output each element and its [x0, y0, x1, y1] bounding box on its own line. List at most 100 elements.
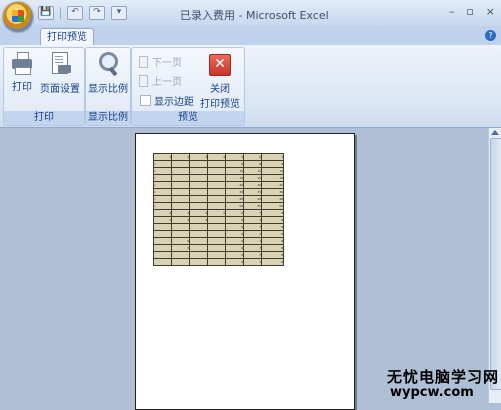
table-cell — [189, 195, 208, 203]
table-cell — [189, 258, 208, 266]
table-cell — [153, 223, 172, 231]
table-row: 1234567 — [153, 153, 284, 161]
table-cell: 8 — [261, 223, 284, 231]
previous-page-button[interactable]: 上一页 — [138, 73, 182, 88]
zoom-button[interactable]: 显示比例 — [87, 52, 129, 95]
table-cell: 4 — [189, 209, 208, 217]
undo-icon[interactable]: ↶ — [67, 6, 83, 20]
restore-button[interactable]: ▫ — [466, 5, 473, 18]
table-cell: 55 — [243, 202, 262, 210]
table-cell — [207, 181, 226, 189]
table-cell: 1 — [153, 167, 172, 175]
table-cell — [189, 223, 208, 231]
table-cell: 5 — [225, 153, 244, 161]
table-cell — [171, 181, 190, 189]
next-page-label: 下一页 — [152, 58, 182, 69]
help-icon[interactable]: ? — [485, 30, 496, 41]
table-cell: 8 — [261, 237, 284, 245]
table-cell: 8 — [243, 160, 262, 168]
next-page-button[interactable]: 下一页 — [138, 54, 182, 69]
group-zoom-label: 显示比例 — [86, 111, 130, 125]
table-cell — [207, 244, 226, 252]
group-print-label: 打印 — [4, 111, 84, 125]
table-cell: 5 — [171, 244, 190, 252]
table-cell — [189, 202, 208, 210]
group-print: 打印 页面设置 打印 — [3, 47, 85, 126]
minimize-button[interactable]: – — [449, 5, 455, 18]
table-cell — [171, 223, 190, 231]
table-cell: 1 — [153, 202, 172, 210]
table-cell — [171, 230, 190, 238]
table-cell: 8 — [261, 244, 284, 252]
tab-print-preview[interactable]: 打印预览 — [40, 28, 94, 46]
table-cell: 7 — [243, 251, 262, 259]
table-row: 2345678 — [153, 209, 284, 217]
table-cell — [207, 174, 226, 182]
customize-qat-icon[interactable]: ▾ — [111, 6, 127, 20]
redo-icon[interactable]: ↷ — [89, 6, 105, 20]
page-setup-label: 页面设置 — [40, 84, 80, 95]
close-preview-label-1: 关闭 — [210, 84, 230, 95]
preview-page[interactable]: 1 2 3 4 5 6 7 1 6 8 9 1 10 12 14 1 12 15 18 1 20 22 24 1 30 33 36 1… — [135, 133, 355, 410]
scroll-thumb[interactable] — [490, 138, 501, 390]
watermark-text: 无忧电脑学习网 — [387, 368, 500, 386]
table-cell: 6 — [225, 209, 244, 217]
office-button[interactable] — [3, 2, 33, 32]
table-cell: 50 — [225, 202, 244, 210]
close-button[interactable]: × — [486, 5, 495, 18]
table-cell: 7 — [243, 209, 262, 217]
close-preview-label-2: 打印预览 — [200, 99, 240, 110]
table-cell — [189, 230, 208, 238]
table-cell — [207, 258, 226, 266]
table-row: 678 — [153, 230, 284, 238]
table-row: 1689 — [153, 160, 284, 168]
table-cell — [207, 251, 226, 259]
table-cell — [171, 167, 190, 175]
title-bar: 💾 ↶ ↷ ▾ 已录入费用 - Microsoft Excel – ▫ × — [0, 0, 501, 32]
table-row: 5 678 — [153, 244, 284, 252]
zoom-button-label: 显示比例 — [88, 84, 128, 95]
table-cell — [189, 167, 208, 175]
table-cell: 22 — [243, 181, 262, 189]
table-cell — [153, 258, 172, 266]
scroll-up-icon[interactable] — [491, 130, 499, 135]
table-cell: 3 — [153, 216, 172, 224]
table-cell — [189, 244, 208, 252]
show-margins-label: 显示边距 — [154, 97, 194, 108]
table-cell: 5 — [189, 216, 208, 224]
table-cell: 15 — [243, 174, 262, 182]
table-cell — [171, 195, 190, 203]
table-cell: 44 — [243, 195, 262, 203]
ribbon-tab-row: 打印预览 ? — [0, 26, 501, 46]
qat-separator — [60, 7, 61, 19]
table-cell: 4 — [171, 216, 190, 224]
table-cell: 8 — [261, 216, 284, 224]
table-cell: 5 — [207, 209, 226, 217]
window-title: 已录入费用 - Microsoft Excel — [180, 9, 329, 22]
table-cell: 18 — [261, 174, 284, 182]
previous-page-icon — [138, 75, 149, 87]
table-cell: 4 — [171, 237, 190, 245]
table-cell — [189, 237, 208, 245]
table-cell — [207, 202, 226, 210]
save-icon[interactable]: 💾 — [38, 6, 54, 20]
table-cell — [189, 174, 208, 182]
table-cell — [153, 251, 172, 259]
table-cell: 8 — [261, 209, 284, 217]
table-cell — [171, 160, 190, 168]
print-button[interactable]: 打印 — [8, 52, 36, 93]
table-cell: 8 — [261, 230, 284, 238]
checkbox-box[interactable] — [140, 95, 151, 106]
vertical-scrollbar[interactable] — [488, 128, 501, 403]
table-cell — [171, 202, 190, 210]
table-cell: 7 — [243, 244, 262, 252]
table-cell: 14 — [261, 167, 284, 175]
table-cell — [207, 195, 226, 203]
close-print-preview-button[interactable]: ✕ 关闭 打印预览 — [198, 54, 242, 110]
table-cell: 7 — [261, 153, 284, 161]
table-cell: 3 — [189, 153, 208, 161]
table-cell — [171, 188, 190, 196]
page-setup-button[interactable]: 页面设置 — [37, 52, 83, 95]
show-margins-checkbox[interactable]: 显示边距 — [140, 93, 194, 108]
window-controls: – ▫ × — [449, 5, 495, 18]
